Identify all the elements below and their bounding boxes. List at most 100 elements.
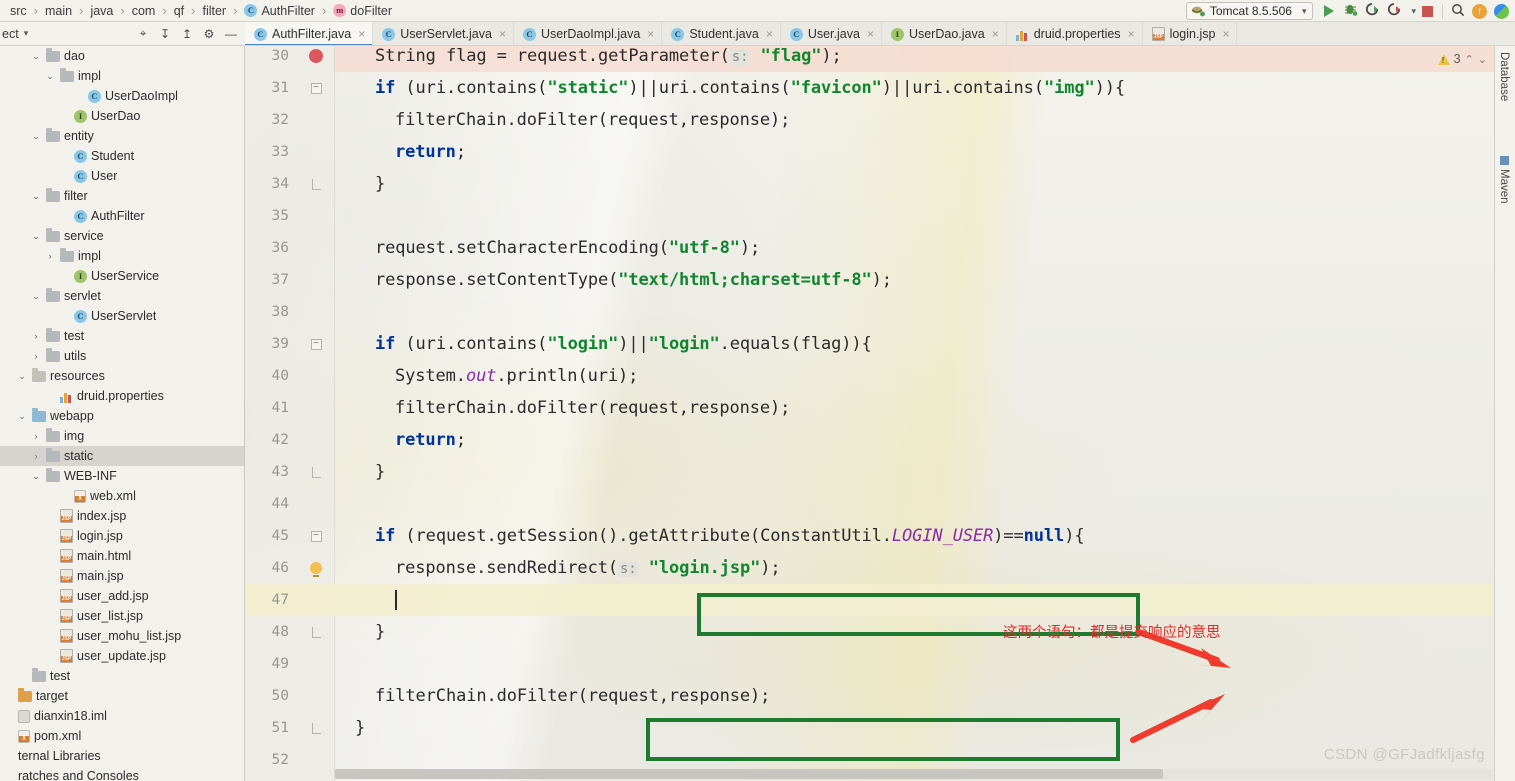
horizontal-scrollbar-thumb[interactable] — [335, 769, 1163, 779]
close-icon[interactable]: × — [1222, 27, 1229, 41]
gutter-marker-area[interactable] — [297, 626, 335, 638]
intention-bulb-icon[interactable] — [310, 562, 322, 577]
close-icon[interactable]: × — [867, 27, 874, 41]
line-number[interactable]: 30 — [245, 48, 297, 64]
collapse-all-button[interactable]: ↥ — [177, 24, 197, 44]
line-number[interactable]: 37 — [245, 272, 297, 288]
tree-twisty-icon[interactable]: ⌄ — [30, 189, 42, 203]
tree-node-userdao[interactable]: I UserDao — [0, 106, 244, 126]
gutter-marker-area[interactable] — [297, 178, 335, 190]
stop-button[interactable] — [1417, 1, 1438, 21]
breadcrumb-item-main[interactable]: main — [39, 2, 78, 20]
line-number[interactable]: 47 — [245, 592, 297, 608]
line-number[interactable]: 34 — [245, 176, 297, 192]
breakpoint-icon[interactable] — [309, 49, 323, 63]
tree-twisty-icon[interactable]: ⌄ — [30, 229, 42, 243]
tree-node-user_add-jsp[interactable]: user_add.jsp — [0, 586, 244, 606]
tree-node-ratches-and-consoles[interactable]: ratches and Consoles — [0, 766, 244, 781]
tree-node-pom-xml[interactable]: Xpom.xml — [0, 726, 244, 746]
tree-node-impl[interactable]: ⌄ impl — [0, 66, 244, 86]
search-everywhere-button[interactable] — [1447, 1, 1468, 21]
tree-twisty-icon[interactable]: › — [30, 449, 42, 463]
line-number[interactable]: 51 — [245, 720, 297, 736]
run-button[interactable] — [1318, 1, 1339, 21]
tree-node-main-jsp[interactable]: main.jsp — [0, 566, 244, 586]
line-number[interactable]: 40 — [245, 368, 297, 384]
line-number[interactable]: 42 — [245, 432, 297, 448]
tree-twisty-icon[interactable]: › — [44, 249, 56, 263]
tree-node-test[interactable]: test — [0, 666, 244, 686]
tree-node-entity[interactable]: ⌄ entity — [0, 126, 244, 146]
tree-node-servlet[interactable]: ⌄ servlet — [0, 286, 244, 306]
tree-node-static[interactable]: › static — [0, 446, 244, 466]
breadcrumb-item-filter[interactable]: filter — [196, 2, 232, 20]
close-icon[interactable]: × — [766, 27, 773, 41]
tree-node-user_mohu_list-jsp[interactable]: user_mohu_list.jsp — [0, 626, 244, 646]
debug-button[interactable] — [1340, 1, 1361, 21]
editor-tab-user-java[interactable]: C User.java × — [781, 22, 882, 45]
line-number[interactable]: 52 — [245, 752, 297, 768]
line-number[interactable]: 38 — [245, 304, 297, 320]
tree-node-target[interactable]: target — [0, 686, 244, 706]
inspection-status-widget[interactable]: 3 ⌃ ⌄ — [1437, 52, 1487, 66]
close-icon[interactable]: × — [1128, 27, 1135, 41]
tree-node-filter[interactable]: ⌄ filter — [0, 186, 244, 206]
tree-node-webapp[interactable]: ⌄ webapp — [0, 406, 244, 426]
line-number[interactable]: 33 — [245, 144, 297, 160]
editor-tab-druid-properties[interactable]: druid.properties × — [1007, 22, 1143, 45]
tree-twisty-icon[interactable]: › — [30, 329, 42, 343]
chevron-down-icon[interactable]: ▾ — [24, 28, 29, 39]
fold-collapse-icon[interactable]: − — [310, 82, 322, 94]
run-options-chevron-icon[interactable]: ▾ — [1411, 6, 1416, 17]
gutter-marker-area[interactable]: − — [297, 338, 335, 350]
project-tree[interactable]: ⌄ dao ⌄ impl C UserDaoImpl I UserDao ⌄ entity C Stu… — [0, 46, 245, 781]
breadcrumb-item-java[interactable]: java — [84, 2, 119, 20]
close-icon[interactable]: × — [647, 27, 654, 41]
gutter-marker-area[interactable] — [297, 562, 335, 577]
line-number[interactable]: 48 — [245, 624, 297, 640]
line-number[interactable]: 49 — [245, 656, 297, 672]
close-icon[interactable]: × — [992, 27, 999, 41]
line-number[interactable]: 41 — [245, 400, 297, 416]
editor-tab-student-java[interactable]: C Student.java × — [662, 22, 781, 45]
close-icon[interactable]: × — [358, 27, 365, 41]
editor-tab-userdaoimpl-java[interactable]: C UserDaoImpl.java × — [514, 22, 663, 45]
fold-end-marker[interactable] — [311, 626, 321, 638]
tree-node-user[interactable]: C User — [0, 166, 244, 186]
tree-node-ternal-libraries[interactable]: ternal Libraries — [0, 746, 244, 766]
tree-node-druid-properties[interactable]: druid.properties — [0, 386, 244, 406]
tree-node-img[interactable]: › img — [0, 426, 244, 446]
tree-node-index-jsp[interactable]: index.jsp — [0, 506, 244, 526]
tree-node-web-xml[interactable]: Xweb.xml — [0, 486, 244, 506]
tree-node-impl[interactable]: › impl — [0, 246, 244, 266]
breadcrumb-item-qf[interactable]: qf — [168, 2, 190, 20]
breadcrumb-item-dofilter[interactable]: m doFilter — [327, 2, 398, 20]
tree-node-login-jsp[interactable]: login.jsp — [0, 526, 244, 546]
tree-twisty-icon[interactable]: › — [30, 429, 42, 443]
run-with-coverage-button[interactable] — [1362, 1, 1383, 21]
tree-node-main-html[interactable]: Hmain.html — [0, 546, 244, 566]
next-problem-button[interactable]: ⌄ — [1478, 53, 1487, 66]
chevron-down-icon[interactable]: ▾ — [1302, 6, 1307, 17]
editor-tab-userdao-java[interactable]: I UserDao.java × — [882, 22, 1007, 45]
line-number[interactable]: 43 — [245, 464, 297, 480]
tree-node-student[interactable]: C Student — [0, 146, 244, 166]
gutter-marker-area[interactable] — [297, 49, 335, 63]
line-number[interactable]: 46 — [245, 560, 297, 576]
code-editor[interactable]: 30 String flag = request.getParameter(s: … — [245, 46, 1515, 781]
tree-twisty-icon[interactable]: ⌄ — [30, 469, 42, 483]
close-icon[interactable]: × — [499, 27, 506, 41]
editor-tab-login-jsp[interactable]: login.jsp × — [1143, 22, 1238, 45]
run-configuration-selector[interactable]: Tomcat 8.5.506 ▾ — [1185, 2, 1314, 20]
tree-twisty-icon[interactable]: ⌄ — [16, 409, 28, 423]
tree-twisty-icon[interactable]: ⌄ — [16, 369, 28, 383]
line-number[interactable]: 44 — [245, 496, 297, 512]
line-number[interactable]: 32 — [245, 112, 297, 128]
fold-collapse-icon[interactable]: − — [310, 530, 322, 542]
settings-gear-button[interactable]: ⚙ — [199, 24, 219, 44]
project-panel-title[interactable]: ect — [0, 27, 19, 41]
line-number[interactable]: 35 — [245, 208, 297, 224]
tree-node-dianxin18-iml[interactable]: dianxin18.iml — [0, 706, 244, 726]
fold-end-marker[interactable] — [311, 722, 321, 734]
tree-twisty-icon[interactable]: ⌄ — [30, 289, 42, 303]
